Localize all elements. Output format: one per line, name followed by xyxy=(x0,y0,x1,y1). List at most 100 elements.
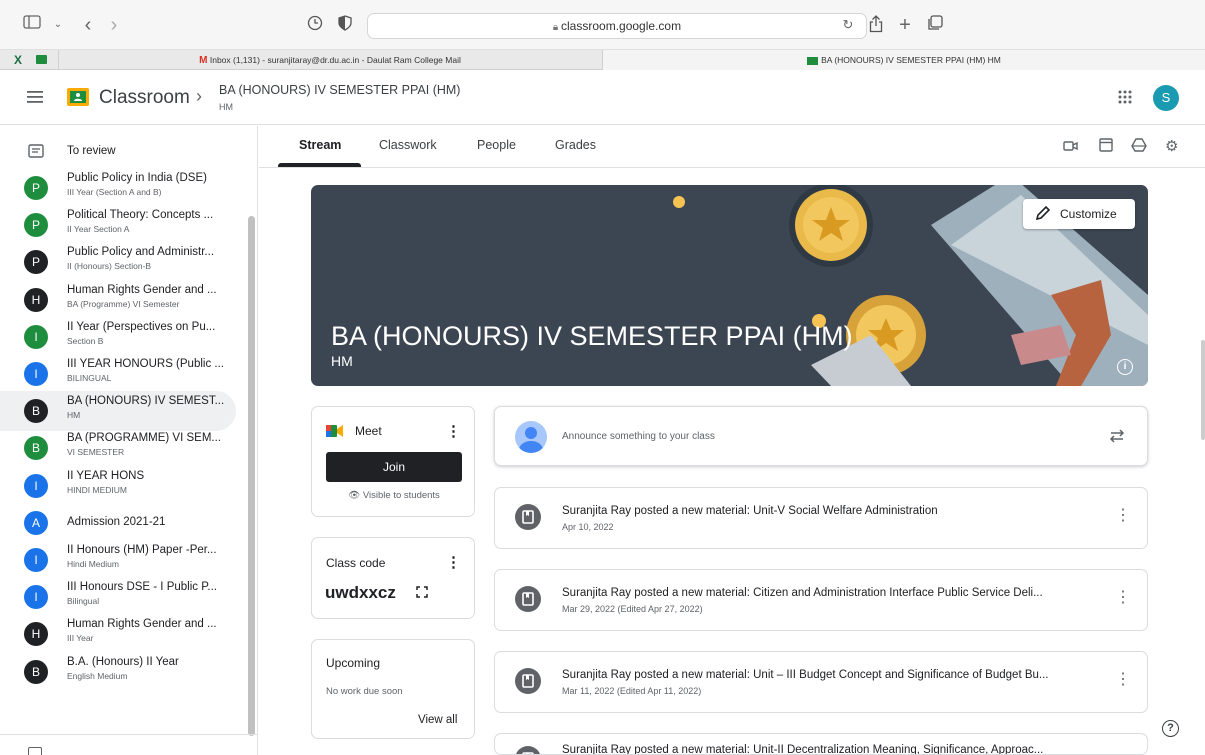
sidebar-item-label: To review xyxy=(67,145,116,157)
url-bar[interactable]: 🔒︎ classroom.google.com xyxy=(367,13,867,39)
stream-post[interactable]: Suranjita Ray posted a new material: Cit… xyxy=(494,569,1148,631)
class-code-card: Class code ⋮ uwdxxcz xyxy=(311,537,475,619)
class-section: Section B xyxy=(67,335,104,346)
class-name: Political Theory: Concepts ... xyxy=(67,209,214,222)
sidebar-class-item[interactable]: P Political Theory: Concepts ... II Year S… xyxy=(0,205,236,245)
sidebar-class-item[interactable]: I III YEAR HONOURS (Public ... BILINGUAL xyxy=(0,354,236,394)
sidebar-class-item[interactable]: H Human Rights Gender and ... III Year xyxy=(0,614,236,654)
class-section: III Year xyxy=(67,633,94,644)
post-more-icon[interactable]: ⋮ xyxy=(1115,506,1131,526)
tab-people[interactable]: People xyxy=(477,138,516,152)
post-title: Suranjita Ray posted a new material: Uni… xyxy=(562,744,1044,755)
shield-icon[interactable] xyxy=(335,15,355,35)
class-section: HINDI MEDIUM xyxy=(67,484,127,495)
archive-icon[interactable] xyxy=(28,747,42,755)
sidebar-class-item[interactable]: I II YEAR HONS HINDI MEDIUM xyxy=(0,466,236,506)
info-icon[interactable]: i xyxy=(1117,359,1133,375)
browser-tab-bar: X M Inbox (1,131) - suranjitaray@dr.du.a… xyxy=(0,50,1205,70)
upcoming-card: Upcoming No work due soon View all xyxy=(311,639,475,739)
tab-stream[interactable]: Stream xyxy=(299,138,341,152)
tabs-overview-icon[interactable] xyxy=(925,15,945,35)
classroom-favicon-icon xyxy=(807,56,819,65)
post-title: Suranjita Ray posted a new material: Cit… xyxy=(562,587,1043,599)
drive-icon[interactable] xyxy=(1131,138,1147,157)
class-name: Public Policy and Administr... xyxy=(67,246,215,259)
forward-arrow-icon[interactable]: › xyxy=(104,15,124,35)
sidebar-class-item[interactable]: H Human Rights Gender and ... BA (Programm… xyxy=(0,280,236,320)
class-section: Hindi Medium xyxy=(67,559,119,569)
hamburger-menu-icon[interactable] xyxy=(27,90,43,108)
sidebar-item-to-review[interactable]: To review xyxy=(0,131,236,171)
stream-post[interactable]: Suranjita Ray posted a new material: Uni… xyxy=(494,651,1148,713)
video-camera-icon[interactable] xyxy=(1063,139,1079,157)
class-name: B.A. (Honours) II Year xyxy=(67,655,179,668)
customize-button[interactable]: Customize xyxy=(1023,199,1135,229)
fullscreen-icon[interactable] xyxy=(416,585,428,603)
post-more-icon[interactable]: ⋮ xyxy=(1115,588,1131,608)
class-section: BILINGUAL xyxy=(67,373,112,383)
header-class-title[interactable]: BA (HONOURS) IV SEMESTER PPAI (HM) xyxy=(219,83,460,97)
upcoming-status: No work due soon xyxy=(326,686,403,697)
sidebar-toggle-icon[interactable] xyxy=(22,15,42,35)
account-avatar[interactable]: S xyxy=(1153,85,1179,111)
classroom-header: Classroom › BA (HONOURS) IV SEMESTER PPA… xyxy=(0,71,1205,125)
back-arrow-icon[interactable]: ‹ xyxy=(78,15,98,35)
post-title: Suranjita Ray posted a new material: Uni… xyxy=(562,669,1049,681)
sidebar-class-item[interactable]: B BA (PROGRAMME) VI SEM... VI SEMESTER xyxy=(0,428,236,468)
settings-gear-icon[interactable]: ⚙ xyxy=(1165,137,1178,155)
help-icon[interactable]: ? xyxy=(1162,720,1179,737)
class-avatar: H xyxy=(24,622,48,647)
stream-post[interactable]: Suranjita Ray posted a new material: Uni… xyxy=(494,487,1148,549)
join-button[interactable]: Join xyxy=(326,452,462,482)
class-code-more-icon[interactable]: ⋮ xyxy=(446,553,461,571)
classroom-favicon-icon[interactable] xyxy=(36,55,47,64)
classroom-logo-icon[interactable] xyxy=(67,87,89,112)
page-scrollbar[interactable] xyxy=(1201,340,1205,440)
apps-grid-icon[interactable] xyxy=(1118,90,1132,109)
lock-icon: 🔒︎ xyxy=(552,22,562,33)
view-all-link[interactable]: View all xyxy=(418,714,457,726)
banner-title: BA (HONOURS) IV SEMESTER PPAI (HM) xyxy=(331,321,853,351)
repost-icon[interactable] xyxy=(1109,427,1125,450)
sidebar-class-item[interactable]: B BA (HONOURS) IV SEMEST... HM xyxy=(0,391,236,432)
sidebar-class-item[interactable]: I II Year (Perspectives on Pu... Section B xyxy=(0,317,236,357)
class-avatar: P xyxy=(24,176,48,200)
class-code-label: Class code xyxy=(326,556,386,570)
new-tab-icon[interactable]: + xyxy=(895,15,915,35)
class-avatar: B xyxy=(24,399,48,424)
sidebar-class-item[interactable]: P Public Policy in India (DSE) III Year (S… xyxy=(0,168,236,208)
app-name[interactable]: Classroom xyxy=(99,87,190,109)
gmail-icon: M xyxy=(199,55,208,66)
class-name: BA (PROGRAMME) VI SEM... xyxy=(67,432,221,445)
class-avatar: I xyxy=(24,473,48,498)
chevron-down-icon[interactable]: ⌄ xyxy=(48,15,68,35)
post-title: Suranjita Ray posted a new material: Uni… xyxy=(562,505,938,517)
excel-icon[interactable]: X xyxy=(14,53,22,67)
material-book-icon xyxy=(515,504,541,530)
sidebar: To review P Public Policy in India (DSE) I… xyxy=(0,126,258,755)
meet-more-icon[interactable]: ⋮ xyxy=(446,422,461,440)
announce-card[interactable]: Announce something to your class xyxy=(494,406,1148,466)
tab-classroom[interactable]: BA (HONOURS) IV SEMESTER PPAI (HM) HM xyxy=(603,50,1205,70)
breadcrumb-chevron-icon: › xyxy=(196,86,202,106)
class-nav-tabs: Stream Classwork People Grades ⚙ xyxy=(259,126,1205,168)
post-more-icon[interactable]: ⋮ xyxy=(1115,670,1131,690)
sidebar-class-item[interactable]: I III Honours DSE - I Public P... Bilingua… xyxy=(0,577,236,617)
clock-icon[interactable] xyxy=(305,15,325,35)
sidebar-class-item[interactable]: I II Honours (HM) Paper -Per... Hindi Medi… xyxy=(0,540,236,580)
class-name: Public Policy in India (DSE) xyxy=(67,172,207,184)
sidebar-class-item[interactable]: P Public Policy and Administr... II (Honou… xyxy=(0,242,236,282)
sidebar-scrollbar[interactable] xyxy=(248,216,255,736)
sidebar-class-item[interactable]: B B.A. (Honours) II Year English Medium xyxy=(0,652,236,692)
calendar-icon[interactable] xyxy=(1099,137,1113,157)
stream-post[interactable]: Suranjita Ray posted a new material: Uni… xyxy=(494,733,1148,755)
class-code-value: uwdxxcz xyxy=(325,583,396,602)
class-name: III Honours DSE - I Public P... xyxy=(67,581,217,594)
sidebar-class-item[interactable]: A Admission 2021-21 xyxy=(0,503,236,543)
tab-grades[interactable]: Grades xyxy=(555,138,596,152)
tab-mail[interactable]: M Inbox (1,131) - suranjitaray@dr.du.ac.… xyxy=(60,50,600,70)
share-icon[interactable] xyxy=(866,15,886,35)
url-text: classroom.google.com xyxy=(561,19,682,33)
tab-classwork[interactable]: Classwork xyxy=(379,138,437,152)
reload-icon[interactable]: ↻ xyxy=(838,15,858,35)
